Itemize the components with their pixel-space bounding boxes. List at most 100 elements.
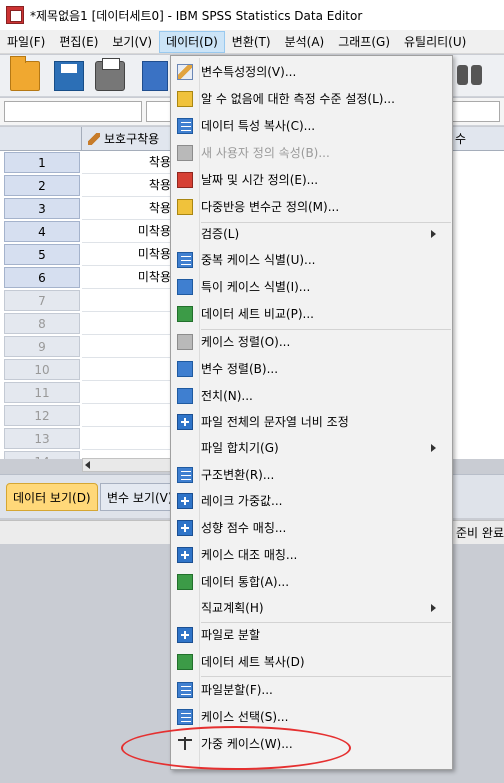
save-icon[interactable] (54, 61, 84, 91)
row-header[interactable]: 1 (4, 152, 80, 173)
row-header[interactable]: 3 (4, 198, 80, 219)
dialog-recall-icon[interactable] (142, 61, 168, 91)
highlight-ellipse (121, 726, 351, 770)
data-cell[interactable] (82, 312, 180, 335)
row-header[interactable]: 2 (4, 175, 80, 196)
menu-separator (201, 676, 451, 677)
menu-item-transpose[interactable]: 전치(N)... (173, 384, 450, 408)
menu-item-merge-files[interactable]: 파일 합치기(G) (173, 436, 450, 460)
row-header[interactable]: 8 (4, 313, 80, 334)
column-header[interactable]: 보호구착용 (82, 127, 180, 151)
menu-item-define-date-time[interactable]: 날짜 및 시간 정의(E)... (173, 168, 450, 192)
menu-item-identify-duplicate-cases[interactable]: 중복 케이스 식별(U)... (173, 248, 450, 272)
aggregate-icon (177, 574, 193, 590)
split-file-icon (177, 682, 193, 698)
row-header[interactable]: 5 (4, 244, 80, 265)
data-cell[interactable]: 착용 (82, 197, 180, 220)
measurement-level-icon (177, 91, 193, 107)
data-cell[interactable]: 미착용 (82, 220, 180, 243)
data-cell[interactable] (82, 358, 180, 381)
menu-item-set-measurement-level[interactable]: 알 수 없음에 대한 측정 수준 설정(L)... (173, 87, 450, 111)
menu-item-split-file[interactable]: 파일분할(F)... (173, 678, 450, 702)
row-header[interactable]: 14 (4, 451, 80, 459)
select-cases-icon (177, 709, 193, 725)
menu-transform[interactable]: 변환(T) (225, 31, 278, 53)
data-cell[interactable]: 착용 (82, 174, 180, 197)
cell-name-box[interactable] (4, 101, 142, 122)
menu-data[interactable]: 데이터(D) (159, 30, 225, 53)
pencil-icon (88, 133, 100, 145)
menu-graphs[interactable]: 그래프(G) (331, 31, 397, 53)
title-bar: *제목없음1 [데이터세트0] - IBM SPSS Statistics Da… (0, 0, 504, 30)
menu-item-validation[interactable]: 검증(L) (173, 222, 450, 246)
data-cell[interactable]: 미착용 (82, 243, 180, 266)
case-control-icon (177, 547, 193, 563)
row-header[interactable]: 9 (4, 336, 80, 357)
data-cell[interactable]: 미착용 (82, 266, 180, 289)
menu-file[interactable]: 파일(F) (0, 31, 52, 53)
duplicate-cases-icon (177, 252, 193, 268)
menu-item-copy-dataset[interactable]: 데이터 세트 복사(D) (173, 650, 450, 674)
menu-item-aggregate[interactable]: 데이터 통합(A)... (173, 570, 450, 594)
row-header[interactable]: 4 (4, 221, 80, 242)
horizontal-scrollbar[interactable] (82, 458, 180, 472)
menu-edit[interactable]: 편집(E) (52, 31, 105, 53)
menu-item-define-variable-properties[interactable]: 변수특성정의(V)... (173, 60, 450, 84)
propensity-matching-icon (177, 520, 193, 536)
tab-variable-view[interactable]: 변수 보기(V) (100, 483, 180, 511)
row-header[interactable]: 11 (4, 382, 80, 403)
window-title: *제목없음1 [데이터세트0] - IBM SPSS Statistics Da… (30, 8, 363, 23)
menu-item-propensity-score-matching[interactable]: 성향 점수 매칭... (173, 516, 450, 540)
menu-item-orthogonal-design[interactable]: 직교계획(H) (173, 596, 450, 620)
row-header[interactable]: 10 (4, 359, 80, 380)
multiple-response-icon (177, 199, 193, 215)
menu-item-restructure[interactable]: 구조변환(R)... (173, 463, 450, 487)
sort-cases-icon (177, 334, 193, 350)
find-binoculars-icon[interactable] (456, 61, 484, 91)
copy-dataset-icon (177, 654, 193, 670)
status-text: 준비 완료 (456, 526, 504, 540)
menu-analyze[interactable]: 분석(A) (278, 31, 332, 53)
menu-item-multiple-response-sets[interactable]: 다중반응 변수군 정의(M)... (173, 195, 450, 219)
data-cell[interactable] (82, 381, 180, 404)
submenu-arrow-icon (431, 444, 436, 452)
grid-corner[interactable] (0, 127, 82, 151)
submenu-arrow-icon (431, 604, 436, 612)
menu-view[interactable]: 보기(V) (105, 31, 159, 53)
open-folder-icon[interactable] (10, 56, 40, 91)
menu-item-sort-cases[interactable]: 케이스 정렬(O)... (173, 330, 450, 354)
column-header-label: 보호구착용 (104, 132, 160, 146)
tab-data-view[interactable]: 데이터 보기(D) (6, 483, 98, 511)
row-header[interactable]: 7 (4, 290, 80, 311)
print-icon[interactable] (95, 58, 125, 91)
spss-app-icon (6, 6, 24, 24)
menu-item-compare-datasets[interactable]: 데이터 세트 비교(P)... (173, 302, 450, 326)
scroll-left-icon[interactable] (85, 461, 90, 469)
unusual-cases-icon (177, 279, 193, 295)
menu-item-adjust-string-widths[interactable]: 파일 전체의 문자열 너비 조정 (173, 410, 450, 434)
define-properties-icon (177, 64, 193, 80)
data-cell[interactable] (82, 404, 180, 427)
split-to-files-icon (177, 627, 193, 643)
menu-utilities[interactable]: 유틸리티(U) (397, 31, 473, 53)
string-width-icon (177, 414, 193, 430)
menu-item-copy-data-properties[interactable]: 데이터 특성 복사(C)... (173, 114, 450, 138)
data-cell[interactable] (82, 427, 180, 450)
data-cell[interactable] (82, 335, 180, 358)
menu-item-rake-weights[interactable]: 레이크 가중값... (173, 489, 450, 513)
menu-bar: 파일(F) 편집(E) 보기(V) 데이터(D) 변환(T) 분석(A) 그래프… (0, 30, 504, 54)
compare-datasets-icon (177, 306, 193, 322)
rake-weights-icon (177, 493, 193, 509)
data-cell[interactable]: 착용 (82, 151, 180, 174)
menu-item-new-custom-attribute: 새 사용자 정의 속성(B)... (173, 141, 450, 165)
row-header[interactable]: 12 (4, 405, 80, 426)
menu-item-split-into-files[interactable]: 파일로 분할 (173, 623, 450, 647)
menu-item-sort-variables[interactable]: 변수 정렬(B)... (173, 357, 450, 381)
data-menu-dropdown: 변수특성정의(V)... 알 수 없음에 대한 측정 수준 설정(L)... 데… (170, 55, 453, 770)
menu-item-identify-unusual-cases[interactable]: 특이 케이스 식별(I)... (173, 275, 450, 299)
data-cell[interactable] (82, 289, 180, 312)
menu-item-case-control-matching[interactable]: 케이스 대조 매칭... (173, 543, 450, 567)
row-header[interactable]: 13 (4, 428, 80, 449)
custom-attribute-icon (177, 145, 193, 161)
row-header[interactable]: 6 (4, 267, 80, 288)
